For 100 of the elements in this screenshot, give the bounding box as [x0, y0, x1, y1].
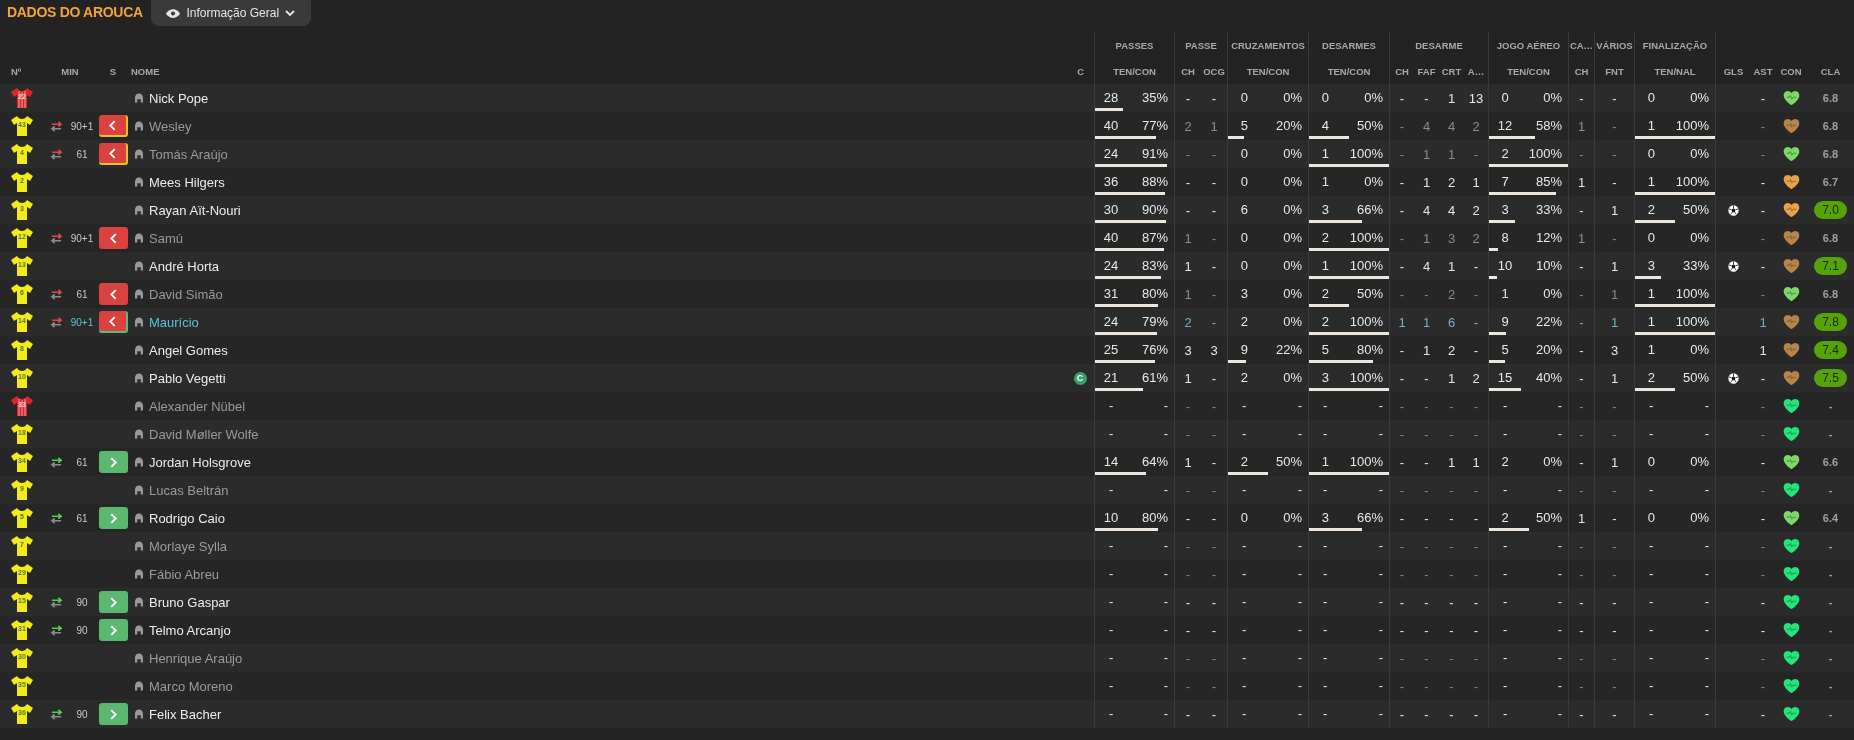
stat-value: 1: [1610, 286, 1619, 302]
player-name[interactable]: Wesley: [149, 118, 192, 134]
player-name[interactable]: Lucas Beltrán: [149, 482, 229, 498]
substitution-button[interactable]: [98, 619, 128, 641]
substitution-button[interactable]: [98, 507, 128, 529]
player-name[interactable]: Alexander Nübel: [149, 398, 246, 414]
substitution-button[interactable]: [98, 115, 128, 137]
substitution-button[interactable]: [98, 283, 128, 305]
player-name[interactable]: André Horta: [149, 258, 220, 274]
column-header[interactable]: S: [109, 65, 117, 77]
player-name[interactable]: Pablo Vegetti: [149, 370, 226, 386]
stat-value: 3: [1320, 509, 1330, 525]
column-header[interactable]: Nº: [11, 65, 22, 77]
stat-value: 2: [1447, 286, 1456, 302]
column-header[interactable]: TEN/CON: [1246, 65, 1290, 77]
player-name[interactable]: Maurício: [149, 314, 199, 330]
stat-percent: 88%: [1141, 173, 1168, 189]
column-header[interactable]: CRT: [1441, 65, 1462, 77]
stat-value: -: [1424, 538, 1429, 554]
substitution-button[interactable]: [98, 143, 128, 165]
player-name[interactable]: Telmo Arcanjo: [149, 622, 231, 638]
column-header[interactable]: TEN/CON: [1113, 65, 1156, 77]
stat-percent: 50%: [1682, 201, 1709, 217]
stat-percent: -: [1704, 677, 1709, 693]
stat-value: -: [1612, 230, 1617, 246]
player-name[interactable]: Nick Pope: [149, 90, 209, 106]
stat-percent: -: [1704, 397, 1709, 413]
player-name[interactable]: Rayan Aït-Nouri: [149, 202, 241, 218]
player-name[interactable]: David Simão: [149, 286, 223, 302]
column-header[interactable]: FNT: [1605, 65, 1624, 77]
stat-value: -: [1399, 706, 1405, 722]
player-name[interactable]: Morlaye Sylla: [149, 538, 228, 554]
player-name[interactable]: Mees Hilgers: [149, 174, 225, 190]
stat-value: -: [1107, 537, 1115, 553]
stat-percent: 0%: [1543, 453, 1562, 469]
stat-value: -: [1612, 706, 1617, 722]
column-header[interactable]: TEN/NAL: [1654, 65, 1696, 77]
stat-value: 3: [1239, 285, 1249, 301]
substitution-button[interactable]: [98, 311, 128, 333]
column-header[interactable]: TEN/CON: [1327, 65, 1371, 77]
stat-value: 1: [1184, 454, 1192, 470]
stat-value: 2: [1447, 342, 1456, 358]
minute-text: 61: [76, 456, 88, 468]
substitution-button[interactable]: [98, 591, 128, 613]
player-name[interactable]: Samú: [149, 230, 183, 246]
stat-percent: -: [1297, 705, 1302, 721]
stat-percent: 100%: [1675, 173, 1709, 189]
column-header[interactable]: CH: [1574, 65, 1589, 77]
stat-value: -: [1760, 482, 1766, 498]
stat-value: 1: [1500, 285, 1510, 301]
stat-value: -: [1449, 426, 1454, 442]
person-icon: [134, 93, 144, 103]
column-group-header: VÁRIOS: [1596, 39, 1633, 51]
stat-percent: 0%: [1543, 285, 1562, 301]
stat-value: -: [1449, 510, 1454, 526]
column-header[interactable]: CH: [1181, 65, 1195, 77]
player-name[interactable]: Bruno Gaspar: [149, 594, 230, 610]
stat-value: -: [1399, 650, 1405, 666]
column-header[interactable]: GLS: [1723, 65, 1744, 77]
stat-value: -: [1241, 621, 1248, 637]
player-name[interactable]: Tomás Araújo: [149, 146, 228, 162]
column-header[interactable]: OCG: [1203, 65, 1225, 77]
column-header[interactable]: NOME: [131, 65, 160, 77]
column-header[interactable]: FAF: [1417, 65, 1436, 77]
stat-value: -: [1579, 650, 1584, 666]
stat-value: 15: [1496, 369, 1514, 385]
column-header[interactable]: AST: [1753, 65, 1773, 77]
stat-value: -: [1107, 397, 1115, 413]
player-name[interactable]: David Møller Wolfe: [149, 426, 259, 442]
player-name[interactable]: Rodrigo Caio: [149, 510, 225, 526]
column-header[interactable]: CON: [1780, 65, 1802, 77]
stat-value: -: [1449, 482, 1454, 498]
player-name[interactable]: Angel Gomes: [149, 342, 228, 358]
column-header[interactable]: TEN/CON: [1507, 65, 1550, 77]
stat-value: 1: [1210, 118, 1218, 134]
stat-value: -: [1760, 146, 1766, 162]
column-header[interactable]: CH: [1395, 65, 1409, 77]
view-dropdown[interactable]: Informação Geral: [150, 0, 311, 26]
stat-percent: 0%: [1690, 229, 1709, 245]
column-header[interactable]: MIN: [61, 65, 79, 77]
stat-value: 2: [1472, 230, 1480, 246]
player-name[interactable]: Marco Moreno: [149, 678, 233, 694]
player-name[interactable]: Jordan Holsgrove: [149, 454, 251, 470]
stat-value: -: [1449, 538, 1454, 554]
stat-value: -: [1424, 286, 1429, 302]
substitution-button[interactable]: [98, 227, 128, 249]
column-header[interactable]: C: [1077, 65, 1084, 77]
stat-value: 10: [1102, 509, 1120, 525]
player-name[interactable]: Henrique Araújo: [149, 650, 243, 666]
substitution-button[interactable]: [98, 451, 128, 473]
stat-value: -: [1107, 621, 1115, 637]
stat-percent: -: [1557, 621, 1562, 637]
player-name[interactable]: Felix Bacher: [149, 706, 222, 722]
substitution-button[interactable]: [98, 703, 128, 725]
stat-value: 3: [1320, 369, 1330, 385]
column-header[interactable]: A…: [1467, 65, 1485, 77]
stat-percent: 50%: [1356, 285, 1383, 301]
minute-text: 90+1: [70, 232, 94, 244]
column-header[interactable]: CLA: [1820, 65, 1841, 77]
player-name[interactable]: Fábio Abreu: [149, 566, 220, 582]
